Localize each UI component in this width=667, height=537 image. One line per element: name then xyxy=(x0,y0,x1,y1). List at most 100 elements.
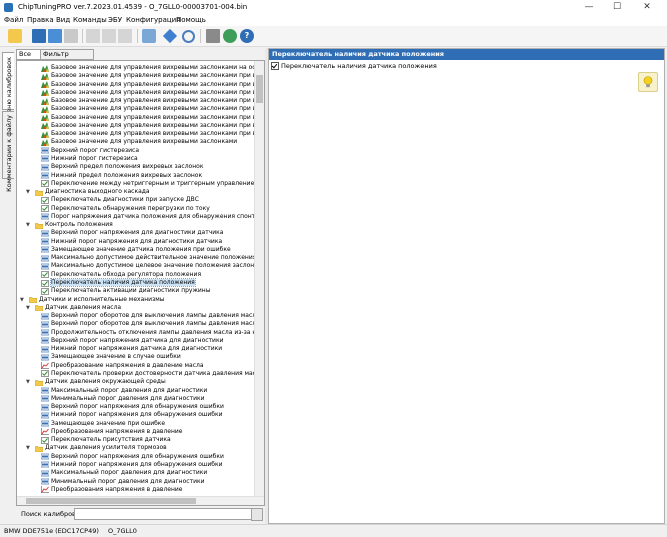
detail-header: Переключатель наличия датчика положения xyxy=(269,49,664,60)
save-as-icon[interactable] xyxy=(48,29,62,43)
detail-checkbox-row[interactable]: Переключатель наличия датчика положения xyxy=(271,62,437,70)
tree-item[interactable]: Нижний порог напряжения для обнаружения … xyxy=(40,460,223,469)
menu-help[interactable]: Помощь xyxy=(176,16,206,24)
tree-horizontal-scrollbar[interactable] xyxy=(17,496,264,505)
tree-folder[interactable]: Датчик давления усилителя тормозов xyxy=(34,444,167,453)
tab-all[interactable]: Все xyxy=(16,49,41,60)
tree-item[interactable]: Нижний порог напряжения для диагностики … xyxy=(40,238,222,246)
tab-filter[interactable]: Фильтр xyxy=(40,49,94,60)
menu-commands[interactable]: Команды xyxy=(73,16,107,24)
expand-toggle-icon[interactable]: ▼ xyxy=(26,221,30,229)
paste-icon[interactable] xyxy=(118,29,132,43)
tree-item[interactable]: Верхний предел положения вихревых заслон… xyxy=(40,163,203,171)
expand-toggle-icon[interactable]: ▼ xyxy=(26,444,30,452)
tree-item-label: Нижний порог напряжения для обнаружения … xyxy=(51,460,223,468)
tree-item[interactable]: Преобразования напряжения в давление xyxy=(41,486,183,494)
map-3d-icon xyxy=(41,114,49,122)
tree-item[interactable]: Базовое значение для управления вихревым… xyxy=(41,81,264,89)
expand-toggle-icon[interactable]: ▼ xyxy=(26,304,30,312)
tree-item[interactable]: Верхний порог оборотов для выключения ла… xyxy=(40,312,264,320)
open-dropdown-icon[interactable] xyxy=(23,29,28,43)
tree-item[interactable]: Базовое значение для управления вихревым… xyxy=(41,138,237,146)
tree-item[interactable]: Верхний порог напряжения для обнаружения… xyxy=(40,453,224,461)
calibration-tree[interactable]: Преобразования напряжения в давление Мини… xyxy=(16,60,265,506)
tree-item[interactable]: Замещающее значение при ошибке xyxy=(40,420,165,428)
tree-item[interactable]: Замещающее значение в случае ошибки xyxy=(40,353,181,361)
tree-item[interactable]: Нижний предел положения вихревых заслоно… xyxy=(40,172,202,180)
tree-item[interactable]: Базовое значение для управления вихревым… xyxy=(41,97,264,105)
tree-item[interactable]: Переключатель наличия датчика положения xyxy=(41,278,196,288)
tree-item[interactable]: Нижний порог напряжения для обнаружения … xyxy=(40,411,223,419)
menu-file[interactable]: Файл xyxy=(4,16,23,24)
tools-icon[interactable] xyxy=(206,29,220,43)
undo-icon[interactable] xyxy=(64,29,78,43)
tree-item[interactable]: Базовое значение для управления вихревым… xyxy=(41,130,264,138)
tree-item[interactable]: Верхний порог напряжения датчика для диа… xyxy=(40,337,223,345)
menu-ecu[interactable]: ЭБУ xyxy=(108,16,122,24)
tree-folder[interactable]: Датчик давления окружающей среды xyxy=(34,378,166,386)
tree-item[interactable]: Нижний порог гистерезиса xyxy=(40,155,138,163)
tree-folder[interactable]: Датчики и исполнительные механизмы xyxy=(28,296,165,304)
tree-item[interactable]: Минимальный порог давления для диагности… xyxy=(40,395,205,403)
tree-item[interactable]: Переключатель обхода регулятора положени… xyxy=(41,271,201,279)
tree-item[interactable]: Нижний порог напряжения датчика для диаг… xyxy=(40,345,222,353)
tree-item[interactable]: Базовое значение для управления вихревым… xyxy=(41,114,264,122)
hint-lightbulb-icon[interactable] xyxy=(638,72,658,92)
tree-item[interactable]: Верхний порог оборотов для выключения ла… xyxy=(40,320,260,328)
tree-item[interactable]: Порог напряжения датчика положения для о… xyxy=(40,213,264,221)
cut-icon[interactable] xyxy=(86,29,100,43)
tree-folder[interactable]: Диагностика выходного каскада xyxy=(34,188,150,196)
tree-item[interactable]: Переключатель диагностики при запуске ДВ… xyxy=(41,196,199,204)
open-folder-icon[interactable] xyxy=(8,29,22,43)
tree-item[interactable]: Максимально допустимое действительное зн… xyxy=(40,254,264,262)
expand-toggle-icon[interactable]: ▼ xyxy=(20,296,24,304)
tree-item[interactable]: Базовое значение для управления вихревым… xyxy=(41,122,264,130)
tree-item[interactable]: Преобразование напряжения в давление мас… xyxy=(41,362,204,370)
value-icon xyxy=(40,461,50,468)
tree-item[interactable]: Переключатель проверки достоверности дат… xyxy=(41,370,264,378)
tree-item[interactable]: Переключатель присутствия датчика xyxy=(41,436,171,444)
update-icon[interactable] xyxy=(223,29,237,43)
tree-item[interactable]: Максимальный порог давления для диагност… xyxy=(40,469,207,477)
scroll-thumb[interactable] xyxy=(26,498,196,504)
menu-configuration[interactable]: Конфигурация xyxy=(126,16,180,24)
menu-view[interactable]: Вид xyxy=(56,16,70,24)
expand-toggle-icon[interactable]: ▼ xyxy=(26,188,30,196)
minimize-button[interactable]: — xyxy=(575,0,603,15)
tree-item[interactable]: Базовое значение для управления вихревым… xyxy=(41,64,264,72)
tree-item[interactable]: Верхний порог напряжения для диагностики… xyxy=(40,229,223,237)
tree-item[interactable]: Верхний порог напряжения для обнаружения… xyxy=(40,403,224,411)
search-input[interactable] xyxy=(74,508,258,520)
copy-icon[interactable] xyxy=(102,29,116,43)
navigate-icon[interactable] xyxy=(162,28,178,44)
maximize-button[interactable]: ☐ xyxy=(603,0,631,15)
save-icon[interactable] xyxy=(32,29,46,43)
tree-folder[interactable]: Датчик давления масла xyxy=(34,304,121,312)
close-button[interactable]: ✕ xyxy=(633,0,661,15)
folder-icon xyxy=(34,189,44,196)
tree-item[interactable]: Переключатель активации диагностики пруж… xyxy=(41,287,210,295)
scroll-thumb[interactable] xyxy=(256,75,263,103)
expand-toggle-icon[interactable]: ▼ xyxy=(26,378,30,386)
ecu-connect-icon[interactable] xyxy=(142,29,156,43)
tree-item[interactable]: Базовое значение для управления вихревым… xyxy=(41,105,264,113)
help-icon[interactable]: ? xyxy=(240,29,254,43)
tree-vertical-scrollbar[interactable] xyxy=(254,61,264,497)
menu-edit[interactable]: Правка xyxy=(27,16,54,24)
tree-item[interactable]: Переключение между нетриггерным и тригге… xyxy=(41,180,259,188)
tree-item[interactable]: Преобразования напряжения в давление xyxy=(41,428,183,436)
tree-item[interactable]: Базовое значение для управления вихревым… xyxy=(41,89,264,97)
sensor-presence-checkbox[interactable] xyxy=(271,62,279,70)
tree-item[interactable]: Максимальный порог давления для диагност… xyxy=(40,387,207,395)
search-button[interactable] xyxy=(251,508,263,521)
tree-item[interactable]: Максимально допустимое целевое значение … xyxy=(40,262,262,270)
tree-item[interactable]: Верхний порог гистерезиса xyxy=(40,147,139,155)
tree-folder[interactable]: Контроль положения xyxy=(34,221,113,229)
tree-item[interactable]: Продолжительность отключения лампы давле… xyxy=(40,329,264,337)
help-dropdown-icon[interactable] xyxy=(256,29,261,43)
tree-item[interactable]: Замещающее значение датчика положения пр… xyxy=(40,246,231,254)
tree-item[interactable]: Базовое значение для управления вихревым… xyxy=(41,72,264,80)
tree-item[interactable]: Переключатель обнаружения перегрузки по … xyxy=(41,205,210,213)
search-icon[interactable] xyxy=(182,30,195,43)
tree-item[interactable]: Минимальный порог давления для диагности… xyxy=(40,478,205,486)
